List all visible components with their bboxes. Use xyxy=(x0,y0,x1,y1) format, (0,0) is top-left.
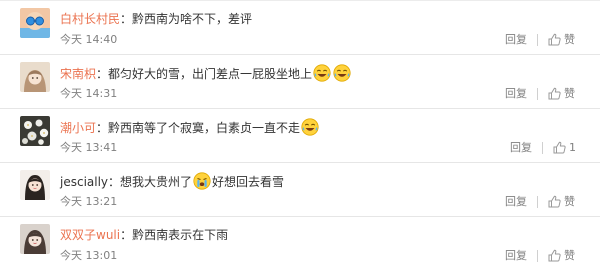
avatar[interactable] xyxy=(20,62,50,92)
comment-line: 双双子wuli：黔西南表示在下雨 xyxy=(60,226,228,244)
reply-button[interactable]: 回复 xyxy=(505,248,527,264)
comment-text: ：想我大贵州了 xyxy=(108,175,193,189)
comment-line: 白村长村民：黔西南为啥不下，差评 xyxy=(60,10,252,28)
like-button[interactable]: 赞 xyxy=(548,193,575,211)
comment-item: 潮小可：黔西南等了个寂寞，白素贞一直不走 今天 13:41 回复 1 xyxy=(0,109,600,163)
comment-author-link[interactable]: 宋南枳 xyxy=(60,67,96,81)
action-divider xyxy=(537,196,538,208)
thumbs-up-icon xyxy=(553,141,566,154)
comment-time: 今天 13:41 xyxy=(60,141,118,154)
avatar-image xyxy=(20,62,50,92)
comment-line: jescially：想我大贵州了 好想回去看雪 xyxy=(60,172,284,191)
comment-time: 今天 13:01 xyxy=(60,249,118,262)
like-button[interactable]: 赞 xyxy=(548,31,575,49)
like-button[interactable]: 赞 xyxy=(548,85,575,103)
like-label: 赞 xyxy=(564,249,575,262)
like-label: 赞 xyxy=(564,195,575,208)
comment-list: 白村长村民：黔西南为啥不下，差评 今天 14:40 回复 赞 宋南枳：都匀好大的… xyxy=(0,0,600,276)
comment-author-link[interactable]: 潮小可 xyxy=(60,121,96,135)
comment-time: 今天 13:21 xyxy=(60,195,118,208)
comment-author-link[interactable]: jescially xyxy=(60,175,108,189)
avatar[interactable] xyxy=(20,170,50,200)
comment-time: 今天 14:40 xyxy=(60,33,118,46)
thumbs-up-icon xyxy=(548,33,561,46)
reply-button[interactable]: 回复 xyxy=(505,86,527,102)
comment-item: 白村长村民：黔西南为啥不下，差评 今天 14:40 回复 赞 xyxy=(0,1,600,55)
avatar-image xyxy=(20,170,50,200)
comment-time: 今天 14:31 xyxy=(60,87,118,100)
comment-author-link[interactable]: 双双子wuli xyxy=(60,228,120,242)
comment-author-link[interactable]: 白村长村民 xyxy=(60,12,120,26)
reply-button[interactable]: 回复 xyxy=(505,194,527,210)
comment-text-continued: 好想回去看雪 xyxy=(212,175,285,189)
crying-emoji-icon xyxy=(193,172,211,190)
comment-item: 宋南枳：都匀好大的雪，出门差点一屁股坐地上 今天 14:31 回复 赞 xyxy=(0,55,600,109)
comment-text: ：都匀好大的雪，出门差点一屁股坐地上 xyxy=(96,67,313,81)
comment-text: ：黔西南表示在下雨 xyxy=(120,228,229,242)
avatar-image xyxy=(20,8,50,38)
comment-line: 宋南枳：都匀好大的雪，出门差点一屁股坐地上 xyxy=(60,64,352,83)
like-label: 赞 xyxy=(564,87,575,100)
reply-button[interactable]: 回复 xyxy=(505,32,527,48)
laughing-crying-emoji-icon xyxy=(333,64,351,82)
thumbs-up-icon xyxy=(548,195,561,208)
thumbs-up-icon xyxy=(548,249,561,262)
avatar[interactable] xyxy=(20,224,50,254)
avatar[interactable] xyxy=(20,8,50,38)
avatar-image xyxy=(20,224,50,254)
action-divider xyxy=(537,34,538,46)
like-label: 赞 xyxy=(564,33,575,46)
laughing-crying-emoji-icon xyxy=(301,118,319,136)
like-button[interactable]: 赞 xyxy=(548,247,575,265)
avatar[interactable] xyxy=(20,116,50,146)
action-divider xyxy=(537,88,538,100)
comment-text: ：黔西南等了个寂寞，白素贞一直不走 xyxy=(96,121,301,135)
comment-line: 潮小可：黔西南等了个寂寞，白素贞一直不走 xyxy=(60,118,320,137)
comment-item: jescially：想我大贵州了 好想回去看雪 今天 13:21 回复 赞 xyxy=(0,163,600,217)
comment-text: ：黔西南为啥不下，差评 xyxy=(120,12,253,26)
avatar-image xyxy=(20,116,50,146)
like-count: 1 xyxy=(569,141,576,154)
action-divider xyxy=(542,142,543,154)
laughing-crying-emoji-icon xyxy=(313,64,331,82)
like-button[interactable]: 1 xyxy=(553,139,576,157)
thumbs-up-icon xyxy=(548,87,561,100)
action-divider xyxy=(537,250,538,262)
comment-item: 双双子wuli：黔西南表示在下雨 今天 13:01 回复 赞 xyxy=(0,217,600,271)
reply-button[interactable]: 回复 xyxy=(510,140,532,156)
